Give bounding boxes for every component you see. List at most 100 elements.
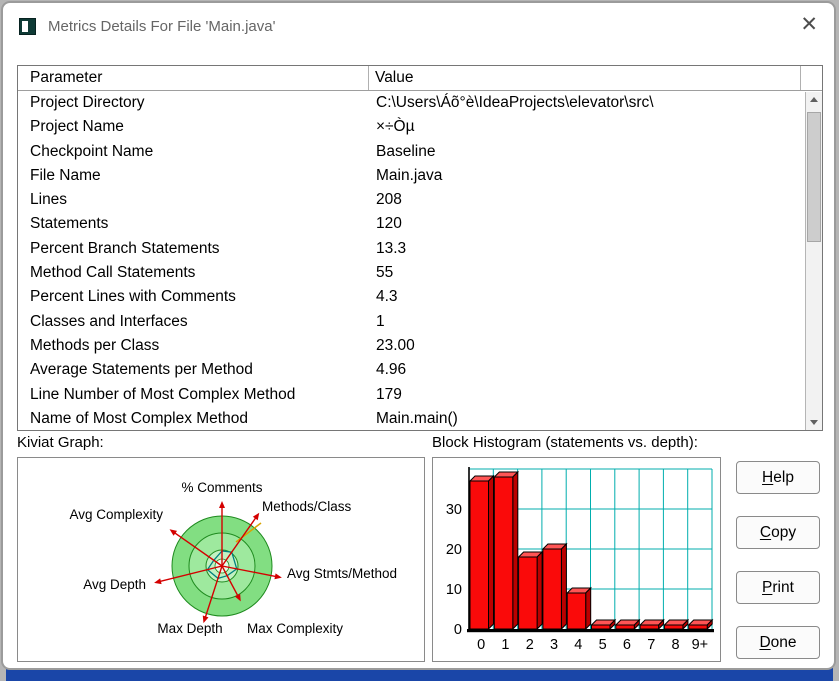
kiviat-axis-label: Avg Complexity	[69, 507, 163, 522]
scrollbar-down-icon[interactable]	[806, 415, 822, 430]
table-row[interactable]: Average Statements per Method 4.96	[18, 358, 822, 382]
parameter-cell: Classes and Interfaces	[30, 312, 188, 330]
kiviat-arrowhead-icon	[252, 512, 260, 521]
value-cell: Baseline	[376, 142, 436, 160]
done-button[interactable]: Done	[736, 626, 820, 659]
kiviat-axis-label: Methods/Class	[262, 499, 352, 514]
help-button-mnemonic: H	[762, 468, 774, 486]
y-tick-label: 20	[446, 542, 462, 558]
parameter-cell: Average Statements per Method	[30, 361, 253, 379]
bar	[615, 624, 635, 630]
table-row[interactable]: Methods per Class 23.00	[18, 334, 822, 358]
table-row[interactable]: Project Name ×÷Òµ	[18, 115, 822, 139]
bar	[566, 592, 587, 630]
x-axis	[467, 629, 714, 633]
column-header-value[interactable]: Value	[369, 66, 801, 90]
parameter-cell: Project Name	[30, 118, 124, 136]
y-tick-label: 10	[446, 582, 462, 598]
table-row[interactable]: Percent Branch Statements 13.3	[18, 237, 822, 261]
copy-button-label: opy	[771, 523, 797, 541]
app-icon	[19, 17, 36, 35]
parameter-cell: Project Directory	[30, 94, 145, 111]
x-tick-label: 3	[550, 637, 558, 653]
kiviat-section-label: Kiviat Graph:	[17, 434, 104, 451]
bar	[542, 548, 562, 630]
value-cell: 179	[376, 385, 402, 403]
table-scrollbar[interactable]	[805, 92, 822, 430]
bar	[518, 556, 538, 630]
screen: Metrics Details For File 'Main.java' ✕ P…	[0, 0, 839, 681]
x-tick-label: 9+	[692, 637, 709, 653]
value-cell: 4.96	[376, 361, 407, 379]
y-tick-label: 30	[446, 502, 462, 518]
value-cell: C:\Users\Áõ°è\IdeaProjects\elevator\src\	[376, 94, 654, 111]
histogram-section-label: Block Histogram (statements vs. depth):	[432, 434, 698, 451]
copy-button-mnemonic: C	[759, 523, 772, 541]
table-row[interactable]: Checkpoint Name Baseline	[18, 140, 822, 164]
titlebar[interactable]: Metrics Details For File 'Main.java' ✕	[3, 3, 834, 49]
table-row[interactable]: Name of Most Complex Method Main.main()	[18, 407, 822, 430]
copy-button[interactable]: Copy	[736, 516, 820, 549]
close-button[interactable]: ✕	[800, 12, 818, 38]
value-cell: 208	[376, 191, 402, 209]
table-body: Project Directory C:\Users\Áõ°è\IdeaProje…	[18, 91, 822, 430]
kiviat-arrowhead-icon	[154, 578, 162, 585]
print-button[interactable]: Print	[736, 571, 820, 604]
kiviat-graph-panel: % Comments Methods/Class Avg Stmts/Method M…	[17, 457, 425, 662]
value-cell: 4.3	[376, 288, 398, 306]
bar-side-face	[512, 470, 519, 631]
parameter-cell: Lines	[30, 191, 68, 209]
bar-side-face	[488, 474, 494, 631]
print-button-label: rint	[772, 578, 794, 596]
done-button-mnemonic: D	[759, 633, 771, 651]
table-row[interactable]: Project Directory C:\Users\Áõ°è\IdeaProje…	[18, 91, 822, 115]
kiviat-axis-label: Max Complexity	[247, 621, 343, 636]
table-row[interactable]: Lines 208	[18, 188, 822, 212]
x-tick-label: 8	[672, 637, 680, 653]
x-tick-label: 5	[599, 637, 607, 653]
table-row[interactable]: Line Number of Most Complex Method 179	[18, 383, 822, 407]
metrics-details-dialog: Metrics Details For File 'Main.java' ✕ P…	[1, 1, 836, 670]
kiviat-axis-label: Avg Stmts/Method	[287, 566, 397, 581]
bar-side-face	[560, 542, 567, 631]
block-histogram: 01020300 1 2 3 4 5 6 7 8 9+	[446, 467, 714, 653]
x-tick-label: 7	[647, 637, 655, 653]
kiviat-arrowhead-icon	[169, 529, 178, 536]
x-tick-label: 4	[574, 637, 582, 653]
scrollbar-up-icon[interactable]	[806, 92, 822, 107]
app-icon-pane	[22, 20, 28, 32]
value-cell: 120	[376, 215, 402, 233]
table-header: Parameter Value	[18, 66, 822, 91]
parameter-cell: Line Number of Most Complex Method	[30, 385, 296, 403]
scrollbar-thumb[interactable]	[807, 112, 821, 242]
kiviat-axis-label: Avg Depth	[83, 577, 146, 592]
bar-side-face	[585, 586, 592, 631]
table-row[interactable]: Classes and Interfaces 1	[18, 310, 822, 334]
value-cell: 23.00	[376, 336, 415, 354]
print-button-mnemonic: P	[762, 578, 773, 596]
bar-side-face	[536, 550, 543, 631]
value-cell: Main.main()	[376, 409, 458, 427]
button-column: Help Copy Print Done	[736, 461, 820, 668]
x-tick-label: 2	[526, 637, 534, 653]
bar	[493, 476, 514, 630]
column-header-parameter[interactable]: Parameter	[18, 66, 369, 90]
help-button-label: elp	[773, 468, 794, 486]
table-row[interactable]: Method Call Statements 55	[18, 261, 822, 285]
kiviat-axis-label: % Comments	[181, 480, 262, 495]
value-cell: 55	[376, 264, 394, 282]
table-row[interactable]: Percent Lines with Comments 4.3	[18, 285, 822, 309]
parameter-cell: Statements	[30, 215, 109, 233]
value-cell: 13.3	[376, 239, 407, 257]
help-button[interactable]: Help	[736, 461, 820, 494]
x-tick-label: 6	[623, 637, 631, 653]
table-row[interactable]: Statements 120	[18, 212, 822, 236]
parameter-cell: Methods per Class	[30, 336, 160, 354]
kiviat-arrowhead-icon	[219, 501, 225, 508]
x-tick-label: 0	[477, 637, 485, 653]
parameter-cell: Name of Most Complex Method	[30, 409, 248, 427]
bar	[469, 480, 489, 630]
parameter-cell: Checkpoint Name	[30, 142, 154, 160]
window-title: Metrics Details For File 'Main.java'	[48, 17, 276, 35]
table-row[interactable]: File Name Main.java	[18, 164, 822, 188]
